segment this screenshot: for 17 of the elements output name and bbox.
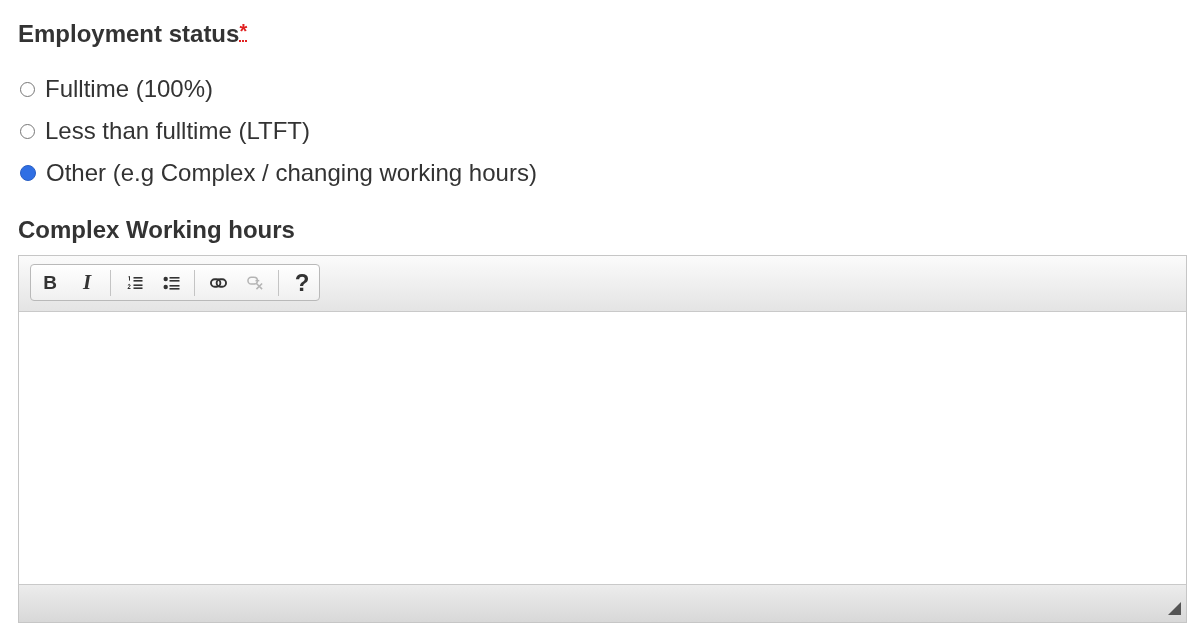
option-label[interactable]: Fulltime (100%) [45,75,214,103]
bulleted-list-icon [162,275,180,290]
numbered-list-icon [125,275,143,290]
unlink-icon [246,275,264,290]
option-label[interactable]: Less than fulltime (LTFT) [45,117,310,145]
chain-link-icon [209,275,227,290]
required-asterisk: * [239,22,248,42]
field-label: Complex Working hours [18,216,295,244]
italic-button[interactable]: I [71,267,103,298]
option-label[interactable]: Other (e.g Complex / changing working hours) [46,159,537,187]
radio-button[interactable] [20,81,35,97]
radio-button[interactable] [20,123,35,139]
bold-button[interactable]: B [34,267,66,298]
field-label: Employment status [18,20,240,48]
radio-button[interactable] [20,165,36,181]
resize-handle-icon[interactable] [1168,602,1181,615]
help-button[interactable]: ? [286,267,318,298]
